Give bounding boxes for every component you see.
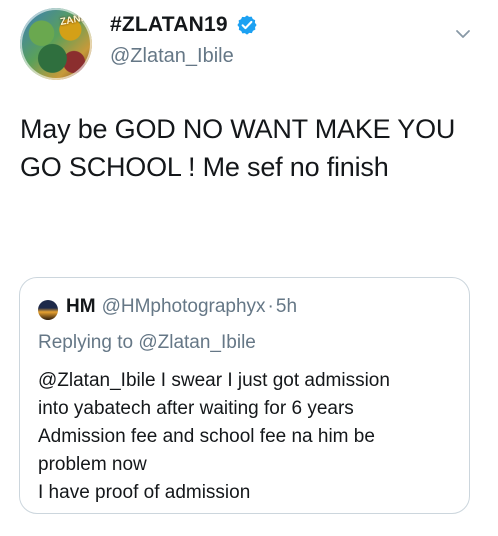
quoted-separator: · — [267, 296, 274, 317]
quoted-tweet-header: HM @HMphotographyx · 5h — [66, 296, 297, 318]
display-name-row[interactable]: #ZLATAN19 — [110, 13, 258, 37]
quoted-timestamp[interactable]: 5h — [276, 296, 297, 317]
quoted-text-line: into yabatech after waiting for 6 years — [38, 398, 354, 419]
chevron-down-icon[interactable] — [455, 26, 471, 42]
quoted-handle[interactable]: @HMphotographyx — [102, 296, 266, 317]
replying-to: Replying to @Zlatan_Ibile — [38, 332, 256, 353]
verified-badge-icon — [237, 15, 257, 35]
tweet-text: May be GOD NO WANT MAKE YOU GO SCHOOL ! … — [20, 114, 456, 182]
quoted-text-line: @Zlatan_Ibile I swear I just got admissi… — [38, 370, 390, 391]
quoted-text-line: problem now — [38, 454, 147, 475]
user-handle[interactable]: @Zlatan_Ibile — [110, 45, 234, 68]
display-name[interactable]: #ZLATAN19 — [110, 13, 228, 37]
profile-avatar[interactable]: ZANKU — [20, 8, 92, 80]
quoted-tweet-card[interactable]: HM @HMphotographyx · 5h Replying to @Zlatan… — [19, 277, 470, 514]
tweet: ZANKU #ZLATAN19 @Zlatan_Ibile May be GOD… — [0, 0, 498, 536]
quoted-text-line: I have proof of admission — [38, 482, 251, 503]
quoted-display-name[interactable]: HM — [66, 296, 96, 317]
quoted-tweet-text: @Zlatan_Ibile I swear I just got admissi… — [38, 367, 463, 507]
quoted-avatar[interactable] — [38, 300, 58, 320]
quoted-text-line: Admission fee and school fee na him be — [38, 426, 375, 447]
